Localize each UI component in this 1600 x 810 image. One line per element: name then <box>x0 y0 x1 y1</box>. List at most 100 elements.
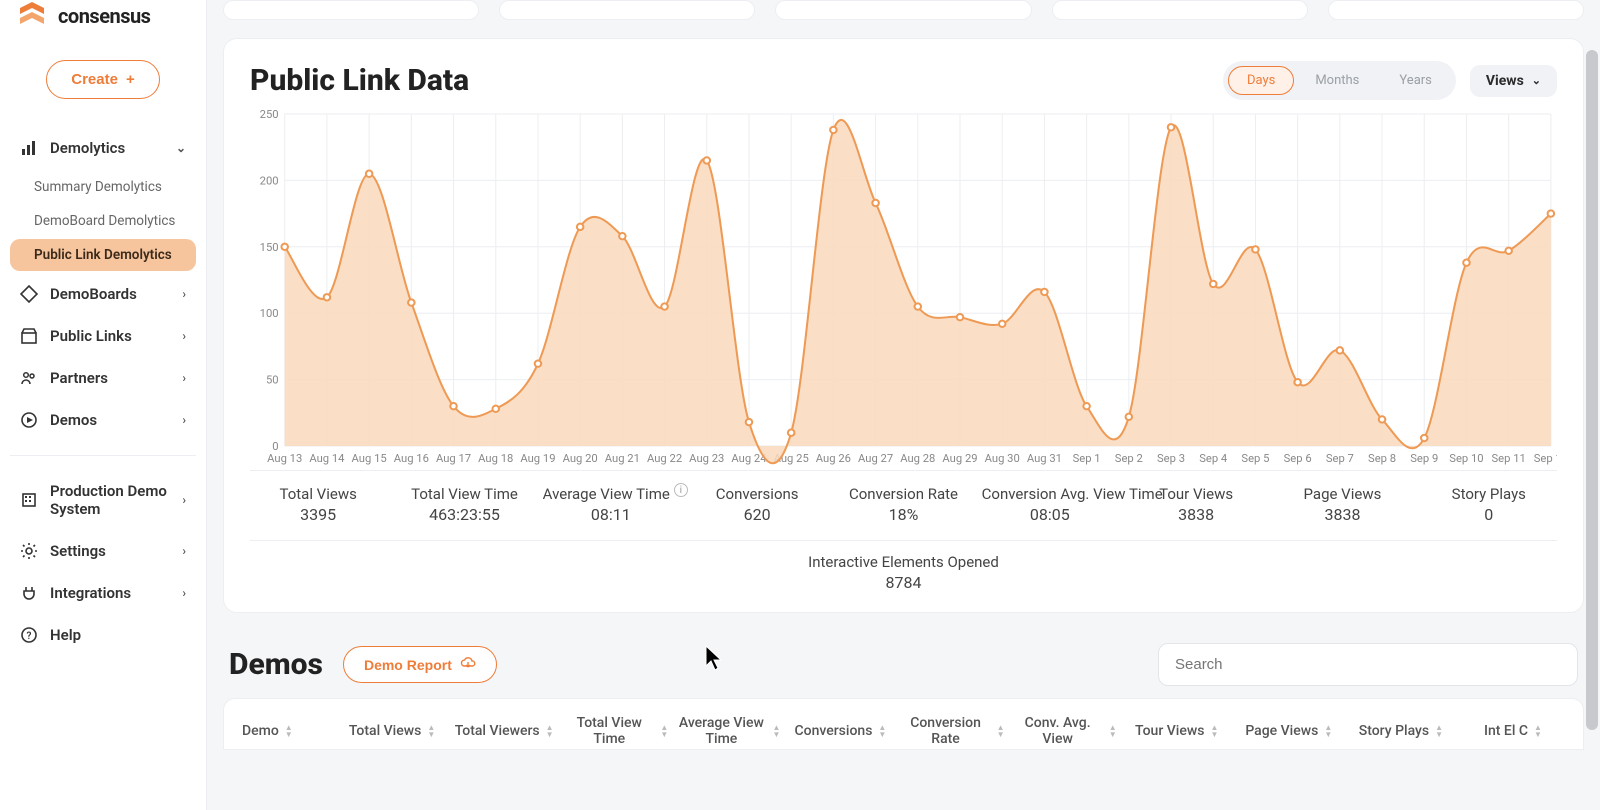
sort-icon: ▲▼ <box>878 724 886 738</box>
svg-text:250: 250 <box>260 108 279 121</box>
svg-text:Sep 11: Sep 11 <box>1492 452 1526 465</box>
svg-text:Aug 20: Aug 20 <box>563 452 598 465</box>
svg-text:Sep 7: Sep 7 <box>1326 452 1354 465</box>
svg-text:Sep 6: Sep 6 <box>1284 452 1312 465</box>
search-input[interactable] <box>1158 643 1578 686</box>
svg-text:Sep 4: Sep 4 <box>1199 452 1227 465</box>
column-label: Average View Time <box>676 715 766 747</box>
demos-title: Demos <box>229 647 323 682</box>
sidebar-sub-public-link-demolytics[interactable]: Public Link Demolytics <box>10 239 196 271</box>
sort-icon: ▲▼ <box>1534 724 1542 738</box>
diamond-icon <box>20 285 38 303</box>
sidebar-item-public-links[interactable]: Public Links › <box>10 315 196 357</box>
svg-text:Sep 2: Sep 2 <box>1115 452 1143 465</box>
demo-report-label: Demo Report <box>364 657 452 673</box>
public-link-data-panel: Public Link Data Days Months Years Views… <box>223 38 1584 613</box>
sidebar-item-help[interactable]: ? Help <box>10 614 196 656</box>
building-icon <box>20 491 38 509</box>
stat-card <box>223 0 479 20</box>
nav-bottom: Production Demo System › Settings › Inte… <box>10 455 196 656</box>
stat-label: Story Plays <box>1452 485 1526 503</box>
table-column-header[interactable]: Total View Time ▲▼ <box>564 715 668 747</box>
metric-dropdown[interactable]: Views ⌄ <box>1470 65 1557 97</box>
stats-strip-secondary: Interactive Elements Opened 8784 <box>250 540 1557 598</box>
svg-text:Aug 15: Aug 15 <box>352 452 387 465</box>
sort-icon: ▲▼ <box>427 724 435 738</box>
sidebar-item-demolytics[interactable]: Demolytics ⌄ <box>10 127 196 169</box>
column-label: Total Views <box>349 723 421 739</box>
stat-value: 8784 <box>250 573 1557 592</box>
sidebar-sub-summary-demolytics[interactable]: Summary Demolytics <box>10 171 196 203</box>
main: Public Link Data Days Months Years Views… <box>207 0 1600 810</box>
stat: Conversion Rate 18% <box>835 485 971 524</box>
table-column-header[interactable]: Conversions ▲▼ <box>788 715 892 747</box>
table-column-header[interactable]: Total Views ▲▼ <box>340 715 444 747</box>
table-column-header[interactable]: Conv. Avg. View ▲▼ <box>1013 715 1117 747</box>
range-years-button[interactable]: Years <box>1380 66 1450 95</box>
demos-table-header: Demo ▲▼Total Views ▲▼Total Viewers ▲▼Tot… <box>223 698 1584 750</box>
table-column-header[interactable]: Total Viewers ▲▼ <box>452 715 556 747</box>
table-column-header[interactable]: Demo ▲▼ <box>242 715 332 747</box>
table-column-header[interactable]: Page Views ▲▼ <box>1237 715 1341 747</box>
sidebar-item-production-demo-system[interactable]: Production Demo System › <box>10 470 196 530</box>
sidebar-item-demos[interactable]: Demos › <box>10 399 196 441</box>
table-column-header[interactable]: Average View Time ▲▼ <box>676 715 780 747</box>
sort-icon: ▲▼ <box>1435 724 1443 738</box>
sort-icon: ▲▼ <box>546 724 554 738</box>
sort-icon: ▲▼ <box>1109 724 1117 738</box>
svg-text:Sep 12: Sep 12 <box>1534 452 1557 465</box>
svg-text:?: ? <box>27 631 32 642</box>
create-button[interactable]: Create + <box>46 60 159 99</box>
stat: Conversions 620 <box>689 485 825 524</box>
sidebar-item-settings[interactable]: Settings › <box>10 530 196 572</box>
svg-text:200: 200 <box>260 175 279 188</box>
scrollbar-thumb[interactable] <box>1586 50 1598 730</box>
svg-text:Aug 18: Aug 18 <box>478 452 513 465</box>
sort-icon: ▲▼ <box>772 724 780 738</box>
demo-report-button[interactable]: Demo Report <box>343 646 497 683</box>
sidebar-item-demoboards[interactable]: DemoBoards › <box>10 273 196 315</box>
stat-value: 08:11 <box>543 505 679 524</box>
chevron-right-icon: › <box>182 287 186 301</box>
stat-label: Conversions <box>716 485 799 503</box>
svg-text:Aug 30: Aug 30 <box>985 452 1020 465</box>
stat: Page Views 3838 <box>1274 485 1410 524</box>
column-label: Page Views <box>1245 723 1318 739</box>
chart[interactable]: Aug 13Aug 14Aug 15Aug 16Aug 17Aug 18Aug … <box>250 106 1557 466</box>
demos-header: Demos Demo Report <box>223 639 1584 698</box>
svg-text:Sep 1: Sep 1 <box>1073 452 1101 465</box>
info-icon[interactable]: i <box>674 483 688 497</box>
svg-text:Aug 19: Aug 19 <box>520 452 555 465</box>
column-label: Story Plays <box>1359 723 1429 739</box>
sidebar-item-label: Help <box>50 626 81 644</box>
sidebar-item-label: Settings <box>50 542 106 560</box>
sidebar-item-label: Integrations <box>50 584 131 602</box>
sidebar-item-partners[interactable]: Partners › <box>10 357 196 399</box>
brand-logo-icon <box>16 0 48 32</box>
bars-icon <box>20 139 38 157</box>
create-button-label: Create <box>71 71 118 88</box>
chevron-right-icon: › <box>182 413 186 427</box>
svg-text:Aug 13: Aug 13 <box>267 452 302 465</box>
column-label: Conversion Rate <box>900 715 990 747</box>
sidebar-item-integrations[interactable]: Integrations › <box>10 572 196 614</box>
table-column-header[interactable]: Int El C ▲▼ <box>1461 715 1565 747</box>
chevron-down-icon: ⌄ <box>176 141 186 155</box>
chevron-down-icon: ⌄ <box>1532 74 1541 87</box>
table-column-header[interactable]: Tour Views ▲▼ <box>1125 715 1229 747</box>
sidebar-sub-demoboard-demolytics[interactable]: DemoBoard Demolytics <box>10 205 196 237</box>
table-column-header[interactable]: Conversion Rate ▲▼ <box>900 715 1004 747</box>
svg-text:Sep 3: Sep 3 <box>1157 452 1185 465</box>
gear-icon <box>20 542 38 560</box>
column-label: Conversions <box>795 723 873 739</box>
svg-text:0: 0 <box>272 440 278 453</box>
table-column-header[interactable]: Story Plays ▲▼ <box>1349 715 1453 747</box>
range-months-button[interactable]: Months <box>1296 66 1378 95</box>
plus-icon: + <box>126 71 135 88</box>
stat: Story Plays 0 <box>1421 485 1557 524</box>
svg-text:Sep 10: Sep 10 <box>1449 452 1483 465</box>
stat-value: 0 <box>1421 505 1557 524</box>
range-days-button[interactable]: Days <box>1228 66 1294 95</box>
vertical-scrollbar[interactable] <box>1586 30 1598 750</box>
time-range-segmented: Days Months Years <box>1223 61 1456 100</box>
